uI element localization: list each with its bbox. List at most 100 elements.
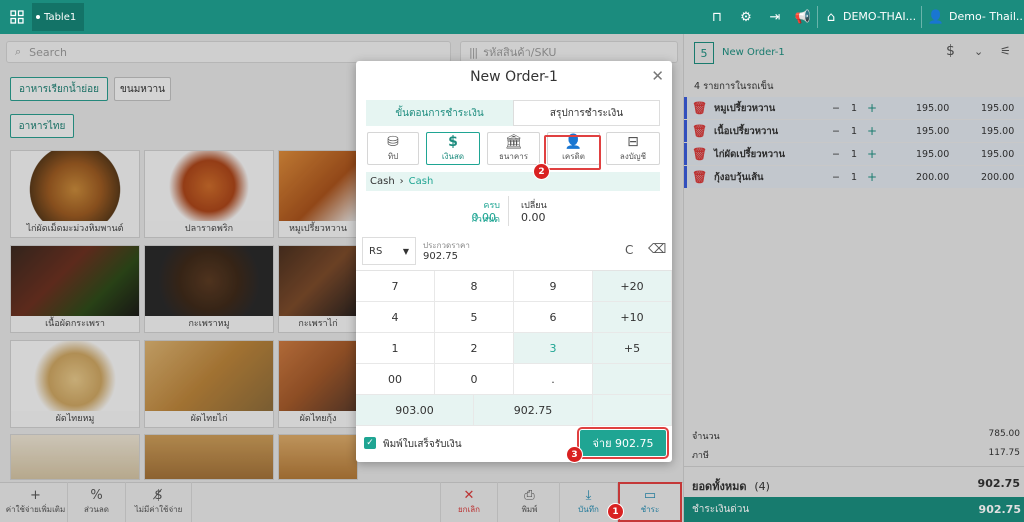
quick-pay-button[interactable]: ชำระเงินด่วน 902.75 <box>684 497 1024 522</box>
order-row[interactable]: 🗑 ไก่ผัดเปรี้ยวหวาน − 1 + 195.00 195.00 <box>684 143 1024 165</box>
keypad-key[interactable]: 4 <box>356 302 435 333</box>
trash-icon[interactable]: 🗑 <box>692 147 707 161</box>
cancel-button[interactable]: ✕ ยกเลิก <box>440 482 498 522</box>
print-button[interactable]: ⎙ พิมพ์ <box>500 482 560 522</box>
minus-icon[interactable]: − <box>832 126 840 137</box>
extra-charge-button[interactable]: + ค่าใช้จ่ายเพิ่มเติม <box>4 482 68 522</box>
tab-payment-steps[interactable]: ขั้นตอนการชำระเงิน <box>366 100 513 126</box>
no-charge-button[interactable]: $̸ ไม่มีค่าใช้จ่าย <box>126 482 192 522</box>
quick-amount-button[interactable]: 902.75 <box>474 395 593 426</box>
food-tile[interactable]: กะเพราไก่ <box>278 245 358 333</box>
percent-icon: % <box>90 487 103 503</box>
trash-icon[interactable]: 🗑 <box>692 101 707 115</box>
plus-icon[interactable]: + <box>867 101 877 115</box>
keypad-key[interactable]: 0 <box>435 364 514 395</box>
item-name: เนื้อเปรี้ยวหวาน <box>714 125 779 137</box>
megaphone-icon[interactable]: 📢 <box>792 6 814 28</box>
plus-icon[interactable]: + <box>867 147 877 161</box>
keypad-key-empty <box>593 395 672 426</box>
food-tile[interactable]: ไก่ผัดเม็ดมะม่วงหิมพานต์ <box>10 150 140 238</box>
sku-input[interactable]: ||| รหัสสินค้า/SKU <box>460 41 678 63</box>
food-image <box>279 246 357 316</box>
trash-icon[interactable]: 🗑 <box>692 124 707 138</box>
pos-app: Table1 ⊓ ⚙ ⇥ 📢 ⌂ DEMO-THAI... 👤 Demo- Th… <box>0 0 1024 522</box>
food-label: หมูเปรี้ยวหวาน <box>279 221 357 237</box>
food-tile[interactable] <box>144 434 274 480</box>
plus-icon[interactable]: + <box>867 170 877 184</box>
order-row[interactable]: 🗑 เนื้อเปรี้ยวหวาน − 1 + 195.00 195.00 <box>684 120 1024 142</box>
keypad-key[interactable]: 8 <box>435 271 514 302</box>
keypad-key-plus20[interactable]: +20 <box>593 271 672 302</box>
food-tile[interactable]: กะเพราหมู <box>144 245 274 333</box>
category-appetizer[interactable]: อาหารเรียกน้ำย่อย <box>10 77 108 101</box>
gear-icon[interactable]: ⚙ <box>735 6 757 28</box>
keypad-key[interactable]: 5 <box>435 302 514 333</box>
keypad-key[interactable]: . <box>514 364 593 395</box>
pay-amount-button[interactable]: จ่าย 902.75 <box>577 427 669 459</box>
keypad-key-plus10[interactable]: +10 <box>593 302 672 333</box>
user-name[interactable]: Demo- Thail... <box>949 10 1024 23</box>
keypad-key-plus5[interactable]: +5 <box>593 333 672 364</box>
food-tile[interactable]: เนื้อผัดกระเพรา <box>10 245 140 333</box>
keypad-key[interactable]: 9 <box>514 271 593 302</box>
branch-name[interactable]: DEMO-THAI... <box>843 10 916 23</box>
food-label: ผัดไทยไก่ <box>145 411 273 427</box>
order-name[interactable]: New Order-1 <box>722 47 785 58</box>
method-cash[interactable]: $ เงินสด <box>426 132 480 165</box>
food-tile[interactable]: ผัดไทยไก่ <box>144 340 274 428</box>
keypad-key[interactable]: 1 <box>356 333 435 364</box>
method-on-account[interactable]: ⊟ ลงบัญชี <box>606 132 660 165</box>
print-receipt-checkbox[interactable]: ✓ <box>364 437 376 449</box>
food-tile[interactable]: หมูเปรี้ยวหวาน <box>278 150 358 238</box>
sliders-icon[interactable]: ⚟ <box>1000 44 1011 58</box>
food-tile[interactable]: ผัดไทยกุ้ง <box>278 340 358 428</box>
order-row[interactable]: 🗑 หมูเปรี้ยวหวาน − 1 + 195.00 195.00 <box>684 97 1024 119</box>
food-tile[interactable]: ปลาราดพริก <box>144 150 274 238</box>
method-tip[interactable]: ⛁ ทิป <box>367 132 419 165</box>
trash-icon[interactable]: 🗑 <box>692 170 707 184</box>
item-total: 195.00 <box>981 102 1015 114</box>
quick-amount-button[interactable]: 903.00 <box>356 395 474 426</box>
pay-button[interactable]: ▭ ชำระ <box>618 482 682 522</box>
backspace-icon[interactable]: ⌫ <box>648 242 666 257</box>
face-value-input[interactable]: 902.75 <box>423 251 458 262</box>
step-badge: 2 <box>533 163 550 180</box>
category-dessert[interactable]: ขนมหวาน <box>114 77 171 101</box>
clear-button[interactable]: C <box>625 243 633 257</box>
grand-total-label: ยอดทั้งหมด (4) <box>692 477 770 495</box>
chevron-down-icon[interactable]: ⌄ <box>974 45 983 58</box>
dollar-icon[interactable]: $ <box>946 43 955 59</box>
table-tab-label: Table1 <box>44 11 77 23</box>
breadcrumb-root[interactable]: Cash <box>370 176 395 187</box>
category-thai-food[interactable]: อาหารไทย <box>10 114 74 138</box>
search-input[interactable]: ⌕ Search <box>6 41 451 63</box>
pay-label: ชำระ <box>640 504 660 514</box>
minus-icon[interactable]: − <box>832 103 840 114</box>
currency-value: RS <box>369 245 383 257</box>
currency-select[interactable]: RS ▼ <box>362 237 416 265</box>
keypad-key[interactable]: 2 <box>435 333 514 364</box>
minus-icon[interactable]: − <box>832 172 840 183</box>
food-tile[interactable]: ผัดไทยหมู <box>10 340 140 428</box>
store-icon: ⌂ <box>826 9 836 25</box>
keypad-key[interactable]: 00 <box>356 364 435 395</box>
discount-button[interactable]: % ส่วนลด <box>68 482 126 522</box>
grid-menu-icon[interactable] <box>6 6 28 28</box>
close-icon[interactable]: ✕ <box>651 67 664 85</box>
discount-label: ส่วนลด <box>84 504 109 514</box>
plus-icon[interactable]: + <box>867 124 877 138</box>
order-row[interactable]: 🗑 กุ้งอบวุ้นเส้น − 1 + 200.00 200.00 <box>684 166 1024 188</box>
food-tile[interactable] <box>278 434 358 480</box>
table-tab[interactable]: Table1 <box>32 3 84 31</box>
minus-icon[interactable]: − <box>832 149 840 160</box>
keypad-key[interactable]: 6 <box>514 302 593 333</box>
food-tile[interactable] <box>10 434 140 480</box>
keypad-key[interactable]: 3 <box>514 333 593 364</box>
tab-payment-summary[interactable]: สรุปการชำระเงิน <box>513 100 660 126</box>
method-bank[interactable]: 🏛 ธนาคาร <box>487 132 540 165</box>
logout-icon[interactable]: ⇥ <box>764 6 786 28</box>
table-layout-icon[interactable]: ⊓ <box>706 6 728 28</box>
keypad-key[interactable]: 7 <box>356 271 435 302</box>
printer-icon: ⎙ <box>524 487 535 503</box>
item-name: หมูเปรี้ยวหวาน <box>714 102 776 114</box>
